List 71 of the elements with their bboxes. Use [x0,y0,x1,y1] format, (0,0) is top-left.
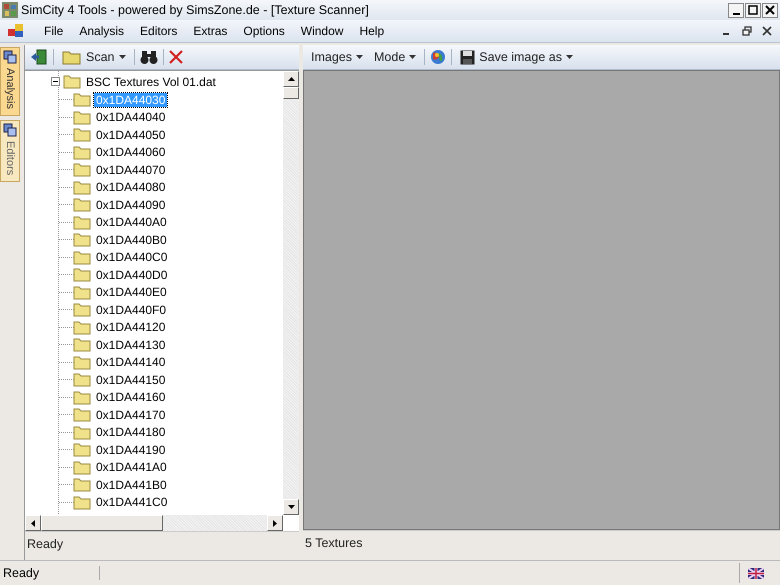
save-image-button[interactable]: Save image as [457,46,576,68]
tree-root-label[interactable]: BSC Textures Vol 01.dat [84,74,218,88]
close-icon[interactable] [762,26,772,36]
down-arrow-icon [288,505,294,509]
tree-item[interactable]: 0x1DA44130 [94,338,168,352]
tree-item[interactable]: 0x1DA440D0 [94,268,170,282]
caret-icon [118,55,126,59]
tree-item[interactable]: 0x1DA440F0 [94,302,168,317]
tree-item[interactable]: 0x1DA44080 [94,180,168,194]
collapse-icon[interactable] [51,77,60,86]
maximize-icon [748,5,758,15]
menu-item[interactable]: Editors [132,24,186,38]
caret-icon [566,55,573,59]
scrollbar-thumb[interactable] [283,87,299,99]
status-text: Ready [27,537,64,551]
exit-door-icon[interactable] [30,48,48,66]
tree-item[interactable]: 0x1DA440E0 [94,285,169,300]
menu-item[interactable]: Extras [185,24,236,38]
tree-item[interactable]: 0x1DA441C0 [94,495,170,510]
tree-item[interactable]: 0x1DA44050 [94,128,168,142]
window-title: SimCity 4 Tools - powered by SimsZone.de - [Texture Scanner] [21,3,369,17]
mdi-icon[interactable] [8,24,24,38]
folder-icon [63,74,81,89]
binoculars-icon[interactable] [140,49,158,65]
horizontal-scrollbar[interactable] [25,515,283,531]
status-text: Ready [0,566,100,580]
menu-item[interactable]: Window [292,24,352,38]
tree-item[interactable]: 0x1DA440A0 [94,215,169,230]
tree-item[interactable]: 0x1DA44140 [94,355,168,370]
tree-item[interactable]: 0x1DA441B0 [94,478,169,492]
status-text: 5 Textures [305,536,362,550]
tree-item[interactable]: 0x1DA440B0 [94,232,169,247]
maximize-button[interactable] [745,2,761,18]
right-arrow-icon [273,520,277,526]
restore-icon[interactable] [742,26,752,36]
tree-item[interactable]: 0x1DA440C0 [94,250,170,264]
side-tab[interactable]: Analysis [0,47,20,116]
tree-item[interactable]: 0x1DA44160 [94,390,168,404]
tree-item[interactable]: 0x1DA441A0 [94,460,169,474]
menu-item[interactable]: Help [351,24,392,38]
minimize-icon [732,12,740,14]
windows-icon [3,50,17,64]
tree-item[interactable]: 0x1DA44150 [94,372,168,387]
close-icon [765,5,775,15]
up-arrow-icon [288,77,294,81]
minimize-button[interactable] [728,2,744,18]
tree-item[interactable]: 0x1DA44060 [94,145,168,160]
flag-icon [748,568,764,578]
caret-icon [356,55,363,59]
tree-item[interactable]: 0x1DA44180 [94,425,168,440]
tree-item[interactable]: 0x1DA44190 [94,442,168,457]
tree-item[interactable]: 0x1DA44090 [94,198,168,212]
left-arrow-icon [31,520,35,526]
color-palette-icon[interactable] [430,49,446,65]
menu-item[interactable]: Analysis [71,24,132,38]
app-icon [2,2,18,18]
menu-item[interactable]: Options [235,24,293,38]
folder-icon [62,49,82,65]
delete-icon[interactable] [168,50,182,64]
scrollbar-thumb[interactable] [41,515,163,531]
tree-item[interactable]: 0x1DA44070 [94,162,168,177]
close-button[interactable] [762,2,778,18]
tree-item[interactable]: 0x1DA44120 [94,320,168,334]
tree-item[interactable]: 0x1DA44170 [94,408,168,422]
tree-item[interactable]: 0x1DA44040 [94,110,168,124]
images-dropdown[interactable]: Images [308,46,366,68]
menu-item[interactable]: File [36,24,72,38]
mode-dropdown[interactable]: Mode [371,46,420,68]
side-tab[interactable]: Editors [0,120,20,182]
windows-icon [3,122,17,137]
caret-icon [409,55,416,59]
